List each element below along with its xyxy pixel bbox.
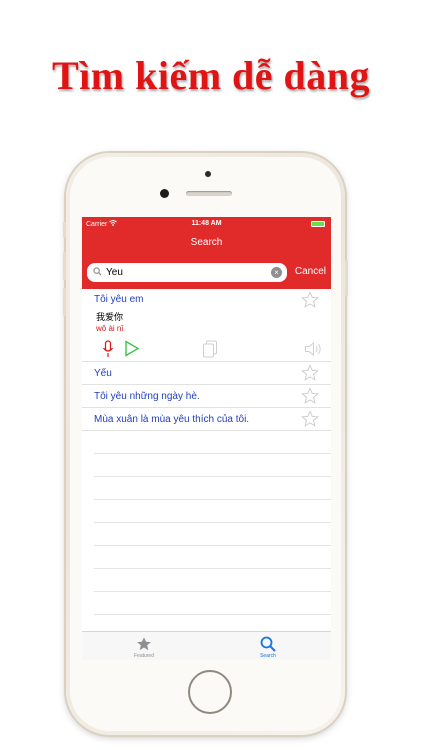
empty-row (94, 523, 331, 546)
result-text: Tôi yêu em (94, 294, 144, 305)
volume-down-button (63, 288, 66, 316)
result-text: Yếu (94, 368, 112, 379)
headline-text: Tìm kiếm dễ dàng (51, 53, 371, 98)
tab-bar: Featured Search (82, 631, 331, 660)
empty-row (94, 569, 331, 592)
result-row[interactable]: Yếu (82, 362, 331, 385)
copy-icon[interactable] (202, 340, 218, 358)
star-outline-icon[interactable] (301, 410, 319, 428)
tab-label: Search (260, 653, 276, 659)
result-row[interactable]: Mùa xuân là mùa yêu thích của tôi. (82, 408, 331, 431)
volume-up-button (63, 252, 66, 280)
status-bar: Carrier 11:48 AM (82, 217, 331, 231)
result-text: Tôi yêu những ngày hè. (94, 391, 200, 402)
app-screen: Carrier 11:48 AM Search × Cancel Tôi yêu… (82, 217, 331, 660)
star-outline-icon[interactable] (301, 387, 319, 405)
empty-row (94, 454, 331, 477)
cancel-button[interactable]: Cancel (295, 266, 326, 277)
magnifier-icon (93, 267, 102, 276)
microphone-icon[interactable] (102, 340, 114, 358)
power-button (345, 260, 348, 296)
empty-row (94, 546, 331, 569)
empty-row (94, 477, 331, 500)
earpiece-speaker (186, 191, 232, 196)
play-icon[interactable] (124, 340, 140, 357)
tab-featured[interactable]: Featured (82, 634, 206, 660)
chinese-text: 我爱你 (96, 312, 124, 322)
result-row-expanded[interactable]: Tôi yêu em 我爱你 wǒ ài nǐ (82, 289, 331, 362)
speaker-icon[interactable] (304, 341, 324, 357)
pinyin-text: wǒ ài nǐ (96, 324, 124, 333)
search-bar: × Cancel (82, 257, 331, 289)
status-time: 11:48 AM (191, 220, 222, 227)
result-row[interactable]: Tôi yêu những ngày hè. (82, 385, 331, 408)
nav-title: Search (190, 237, 223, 248)
row-actions (82, 339, 331, 359)
search-input[interactable] (106, 265, 266, 280)
tab-label: Featured (133, 653, 154, 659)
star-outline-icon[interactable] (301, 364, 319, 382)
search-icon (260, 636, 276, 652)
empty-row (94, 500, 331, 523)
empty-row (94, 592, 331, 615)
clear-icon[interactable]: × (271, 267, 282, 278)
search-field[interactable]: × (87, 263, 287, 282)
front-sensor (205, 171, 211, 177)
empty-row (94, 431, 331, 454)
mute-switch (63, 222, 66, 238)
star-outline-icon[interactable] (301, 291, 319, 309)
tab-search[interactable]: Search (206, 634, 330, 660)
battery-icon (311, 221, 325, 227)
nav-bar: Search (82, 231, 331, 257)
home-button[interactable] (188, 670, 232, 714)
result-text: Mùa xuân là mùa yêu thích của tôi. (94, 414, 250, 425)
front-camera (160, 189, 169, 198)
star-icon (137, 637, 151, 651)
